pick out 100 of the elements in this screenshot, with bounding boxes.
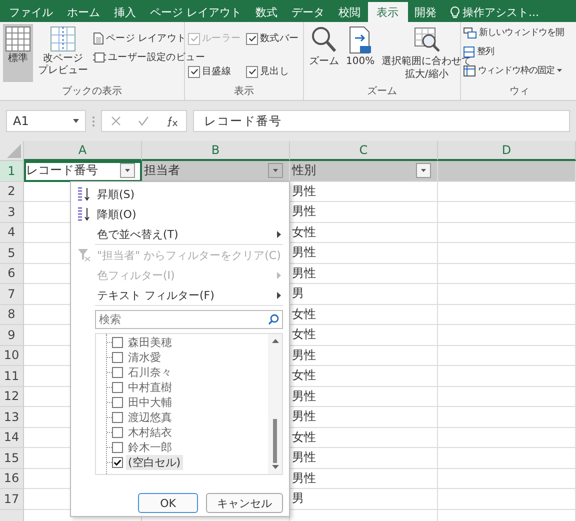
column-header[interactable]: A: [24, 141, 142, 161]
view-icon: [93, 51, 106, 64]
checkbox[interactable]: [112, 457, 123, 468]
row-header[interactable]: 13: [0, 407, 24, 428]
cancel-icon[interactable]: [110, 116, 120, 126]
option-checkbox[interactable]: 目盛線: [188, 65, 242, 78]
menu-item[interactable]: 降順(O): [71, 204, 289, 224]
search-icon: [268, 314, 279, 325]
ribbon-tab[interactable]: 表示: [368, 2, 408, 22]
scrollbar[interactable]: [268, 334, 282, 474]
filter-button[interactable]: [120, 163, 135, 178]
ribbon-tab[interactable]: 数式: [248, 2, 284, 22]
checkbox[interactable]: [246, 32, 258, 44]
submenu-arrow-icon: [277, 272, 281, 278]
value-label[interactable]: 渡辺悠真: [126, 410, 174, 425]
row-header[interactable]: 12: [0, 386, 24, 407]
arrange-icon: [463, 46, 475, 58]
normal-view-button[interactable]: 標準: [3, 24, 33, 82]
row-header[interactable]: 14: [0, 428, 24, 448]
column-header[interactable]: C: [290, 141, 438, 161]
ok-button[interactable]: OK: [138, 493, 198, 513]
row-header[interactable]: 15: [0, 448, 24, 468]
ribbon-tab[interactable]: ファイル: [2, 2, 60, 22]
page-break-preview-button[interactable]: 改ページ プレビュー: [36, 24, 90, 82]
row-header[interactable]: 9: [0, 325, 24, 346]
arrange-button[interactable]: 整列: [463, 45, 494, 58]
value-label[interactable]: 森田美穂: [126, 335, 174, 350]
checkbox[interactable]: [112, 427, 123, 438]
zoom-button[interactable]: ズーム: [307, 24, 341, 82]
header-cell: 性別: [290, 161, 438, 182]
check-icon: [190, 67, 198, 76]
option-checkbox[interactable]: 数式バー: [246, 32, 300, 45]
checkbox[interactable]: [112, 382, 123, 393]
row-header[interactable]: 11: [0, 366, 24, 386]
submenu-arrow-icon: [277, 230, 281, 238]
value-label[interactable]: 中村直樹: [126, 380, 174, 395]
option-checkbox[interactable]: 見出し: [246, 65, 300, 78]
row-header[interactable]: 17: [0, 489, 24, 510]
checkbox[interactable]: [112, 412, 123, 423]
row-header[interactable]: 10: [0, 346, 24, 366]
grid-icon: [5, 26, 31, 52]
formula-field[interactable]: レコード番号: [193, 110, 570, 132]
row-header[interactable]: 3: [0, 202, 24, 222]
row-header[interactable]: 5: [0, 243, 24, 264]
value-label[interactable]: 清水愛: [126, 350, 163, 365]
row-header[interactable]: 8: [0, 304, 24, 325]
ribbon-tab[interactable]: 校閲: [332, 2, 368, 22]
value-label[interactable]: 鈴木一郎: [126, 440, 174, 455]
value-label[interactable]: 木村結衣: [126, 425, 174, 440]
filter-button[interactable]: [416, 163, 431, 178]
group-label: ウィ: [508, 85, 530, 99]
column-header[interactable]: D: [438, 141, 576, 161]
column-header[interactable]: B: [142, 141, 290, 161]
checkbox[interactable]: [112, 397, 123, 408]
checkbox[interactable]: [112, 337, 123, 348]
header-cell: 担当者: [142, 161, 290, 182]
new-window-button[interactable]: 新しいウィンドウを開: [463, 26, 564, 39]
ribbon-tab[interactable]: ホーム: [60, 2, 107, 22]
value-label[interactable]: 田中大輔: [126, 395, 174, 410]
check-icon: [113, 458, 122, 467]
scroll-up-icon[interactable]: [272, 338, 278, 343]
checkbox[interactable]: [188, 66, 200, 78]
scroll-down-icon[interactable]: [272, 465, 278, 470]
name-box[interactable]: A1: [6, 110, 86, 132]
check-icon: [248, 67, 256, 76]
zoom-100-button[interactable]: 100%: [344, 24, 377, 82]
menu-item[interactable]: 色で並べ替え(T): [71, 224, 289, 244]
enter-icon[interactable]: [138, 116, 148, 126]
value-label[interactable]: (空白セル): [126, 455, 183, 470]
group-label: ズーム: [366, 85, 398, 99]
ribbon-tab[interactable]: ページ レイアウト: [143, 2, 248, 22]
search-field[interactable]: 検索: [95, 310, 283, 329]
menu-item[interactable]: 昇順(S): [71, 184, 289, 204]
check-icon: [190, 34, 198, 43]
value-label[interactable]: 石川奈々: [126, 365, 174, 380]
grip-icon: [92, 116, 95, 126]
menu-item[interactable]: テキスト フィルター(F): [71, 285, 289, 305]
ribbon-tab[interactable]: データ: [284, 2, 332, 22]
checkbox[interactable]: [112, 352, 123, 363]
checkbox[interactable]: [112, 367, 123, 378]
checkbox[interactable]: [246, 66, 258, 78]
row-header[interactable]: 1: [0, 161, 24, 182]
sort-ascending-icon: [77, 187, 91, 201]
sort-descending-icon: [77, 207, 91, 221]
function-icon[interactable]: [166, 116, 178, 126]
row-header[interactable]: 6: [0, 264, 24, 284]
filter-button[interactable]: [268, 163, 283, 178]
row-header[interactable]: 2: [0, 182, 24, 202]
checkbox[interactable]: [112, 442, 123, 453]
row-header[interactable]: 4: [0, 222, 24, 243]
ribbon-tab[interactable]: 開発: [408, 2, 444, 22]
submenu-arrow-icon: [277, 292, 281, 298]
row-header[interactable]: 16: [0, 468, 24, 489]
ribbon-tab[interactable]: 挿入: [107, 2, 143, 22]
tell-me-search[interactable]: 操作アシスト...: [444, 2, 539, 22]
dropdown-arrow-icon: [73, 119, 79, 123]
cancel-button[interactable]: キャンセル: [206, 493, 283, 513]
freeze-panes-button[interactable]: ウィンドウ枠の固定: [463, 64, 562, 77]
row-header[interactable]: 7: [0, 284, 24, 304]
custom-views-button[interactable]: ユーザー設定のビュー: [93, 51, 206, 64]
